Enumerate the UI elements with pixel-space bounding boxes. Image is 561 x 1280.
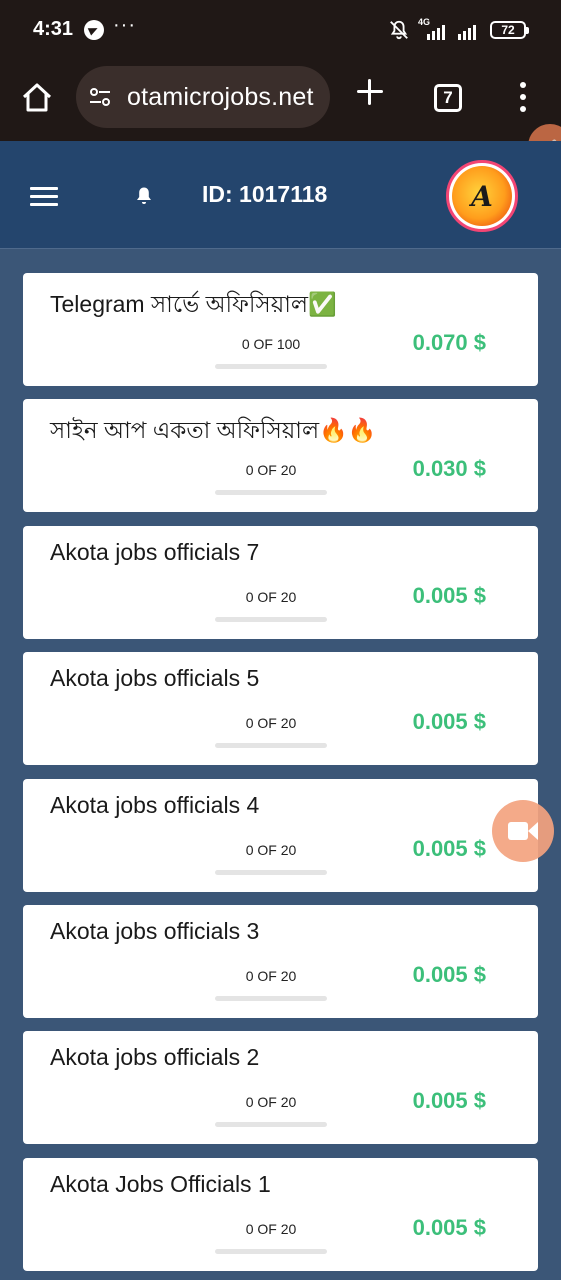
video-record-button[interactable] <box>492 800 554 862</box>
browser-menu-icon[interactable] <box>519 82 527 112</box>
home-icon[interactable] <box>20 80 54 114</box>
job-card[interactable]: Akota jobs officials 7 0 OF 20 0.005 $ <box>23 525 538 639</box>
job-reward: 0.070 $ <box>412 330 486 355</box>
job-title: সাইন আপ একতা অফিসিয়াল🔥🔥 <box>50 417 377 444</box>
job-count: 0 OF 20 <box>245 715 297 732</box>
job-count: 0 OF 20 <box>245 967 297 984</box>
job-reward: 0.005 $ <box>412 1088 486 1114</box>
address-bar[interactable]: otamicrojobs.net <box>76 66 330 128</box>
url-text[interactable]: otamicrojobs.net <box>127 83 314 112</box>
battery-icon: 72 <box>490 21 529 39</box>
job-reward: 0.005 $ <box>412 709 486 735</box>
logo-circle: A <box>452 166 512 226</box>
job-progress-bar <box>215 490 327 496</box>
hamburger-menu-icon[interactable] <box>30 187 58 207</box>
job-title: Telegram সার্ভে অফিসিয়াল✅ <box>50 291 337 317</box>
job-title: Akota jobs officials 4 <box>50 791 260 818</box>
notification-bell-icon[interactable] <box>135 186 153 206</box>
status-time: 4:31 <box>33 18 74 40</box>
job-progress-bar <box>215 1248 327 1254</box>
job-reward: 0.030 $ <box>412 456 486 482</box>
job-title: Akota jobs officials 7 <box>50 538 260 565</box>
signal-strength-icon-1 <box>427 20 445 40</box>
job-progress-bar <box>215 995 327 1001</box>
job-card[interactable]: Akota jobs officials 4 0 OF 20 0.005 $ <box>23 778 538 892</box>
job-card[interactable]: Akota jobs officials 2 0 OF 20 0.005 $ <box>23 1031 538 1145</box>
job-count: 0 OF 20 <box>245 1094 297 1111</box>
job-count: 0 OF 20 <box>245 1220 297 1237</box>
job-progress-bar <box>215 743 327 749</box>
bell-off-icon <box>390 20 408 40</box>
job-progress-bar <box>215 869 327 875</box>
signal-strength-icon-2 <box>458 20 476 40</box>
browser-toolbar: otamicrojobs.net 7 <box>0 60 561 141</box>
job-progress-bar <box>215 1122 327 1128</box>
job-count: 0 OF 100 <box>241 336 301 352</box>
job-card[interactable]: Telegram সার্ভে অফিসিয়াল✅ 0 OF 100 0.07… <box>23 273 538 386</box>
video-camera-icon <box>508 822 528 840</box>
job-list: Telegram সার্ভে অফিসিয়াল✅ 0 OF 100 0.07… <box>23 273 538 1280</box>
telegram-icon <box>84 20 104 40</box>
job-card[interactable]: Akota Jobs Officials 1 0 OF 20 0.005 $ <box>23 1157 538 1271</box>
job-title: Akota jobs officials 2 <box>50 1044 260 1071</box>
job-count: 0 OF 20 <box>245 841 297 858</box>
site-settings-icon[interactable] <box>88 86 112 108</box>
job-title: Akota jobs officials 5 <box>50 665 260 692</box>
app-header: ID: 1017118 A <box>0 141 561 249</box>
tab-switcher-button[interactable]: 7 <box>434 84 462 112</box>
job-title: Akota Jobs Officials 1 <box>50 1170 271 1197</box>
job-reward: 0.005 $ <box>412 961 486 987</box>
job-title: Akota jobs officials 3 <box>50 917 260 944</box>
job-count: 0 OF 20 <box>245 462 297 479</box>
job-reward: 0.005 $ <box>412 835 486 861</box>
status-bar: 4:31 ··· 4G 72 <box>0 0 561 60</box>
job-progress-bar <box>215 364 327 369</box>
job-count: 0 OF 20 <box>245 588 297 605</box>
job-card[interactable]: Akota jobs officials 3 0 OF 20 0.005 $ <box>23 904 538 1018</box>
brand-logo[interactable]: A <box>446 160 518 232</box>
user-id-label: ID: 1017118 <box>202 181 328 207</box>
video-camera-lens <box>528 822 538 840</box>
new-tab-icon[interactable] <box>354 76 386 108</box>
job-card[interactable]: Akota jobs officials 5 0 OF 20 0.005 $ <box>23 652 538 766</box>
logo-letter: A <box>471 179 493 213</box>
more-notifications-icon: ··· <box>113 14 136 36</box>
job-progress-bar <box>215 616 327 622</box>
job-card[interactable]: সাইন আপ একতা অফিসিয়াল🔥🔥 0 OF 20 0.030 $ <box>23 399 538 513</box>
job-reward: 0.005 $ <box>412 582 486 608</box>
job-reward: 0.005 $ <box>412 1214 486 1240</box>
